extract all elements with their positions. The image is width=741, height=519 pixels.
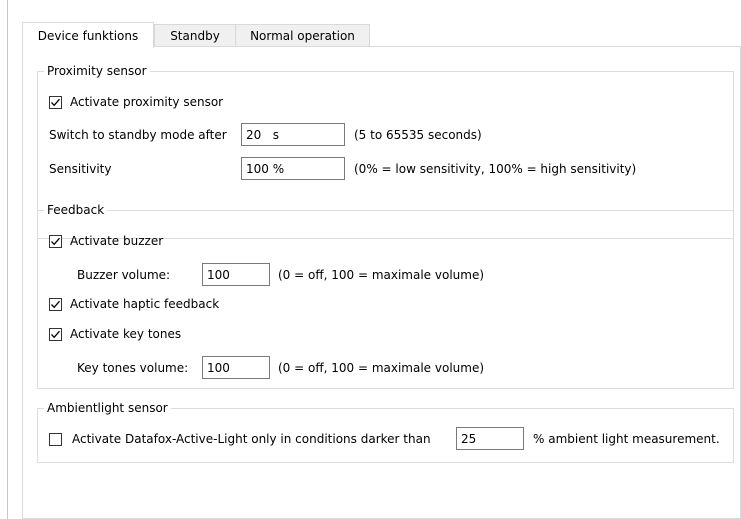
buzzer-volume-hint: (0 = off, 100 = maximale volume) — [278, 268, 485, 282]
sensitivity-input[interactable] — [241, 157, 345, 180]
ambientlight-group-title: Ambientlight sensor — [44, 401, 171, 415]
ambientlight-group: Ambientlight sensor Activate Datafox-Act… — [37, 401, 734, 463]
tab-panel-device-funktions: Proximity sensor Activate proximity sens… — [22, 46, 741, 519]
ambientlight-checkbox-label[interactable]: Activate Datafox-Active-Light only in co… — [72, 431, 431, 447]
window-left-border — [7, 0, 8, 519]
keytones-volume-input[interactable] — [202, 356, 270, 379]
window-top-strip — [8, 0, 741, 22]
checkmark-icon — [51, 98, 60, 107]
buzzer-checkbox-label[interactable]: Activate buzzer — [70, 233, 163, 249]
standby-seconds-input[interactable] — [241, 123, 345, 146]
feedback-group-title: Feedback — [44, 203, 108, 217]
checkmark-icon — [51, 300, 60, 309]
haptic-checkbox-label[interactable]: Activate haptic feedback — [70, 296, 219, 312]
keytones-volume-hint: (0 = off, 100 = maximale volume) — [278, 361, 485, 375]
keytones-checkbox[interactable] — [49, 328, 62, 341]
buzzer-checkbox[interactable] — [49, 235, 62, 248]
switch-standby-label: Switch to standby mode after — [49, 128, 227, 142]
tab-device-funktions[interactable]: Device funktions — [22, 22, 154, 48]
tab-label: Normal operation — [250, 29, 355, 43]
proximity-checkbox-label[interactable]: Activate proximity sensor — [70, 94, 223, 110]
proximity-group-title: Proximity sensor — [44, 64, 150, 78]
tab-label: Standby — [170, 29, 220, 43]
standby-seconds-hint: (5 to 65535 seconds) — [354, 128, 482, 142]
haptic-checkbox[interactable] — [49, 298, 62, 311]
checkmark-icon — [51, 237, 60, 246]
buzzer-volume-input[interactable] — [202, 263, 270, 286]
checkmark-icon — [51, 330, 60, 339]
ambientlight-threshold-input[interactable] — [456, 427, 524, 450]
ambientlight-checkbox[interactable] — [49, 433, 62, 446]
buzzer-volume-label: Buzzer volume: — [77, 268, 171, 282]
tab-normal-operation[interactable]: Normal operation — [235, 24, 370, 47]
tab-standby[interactable]: Standby — [154, 24, 236, 47]
tab-label: Device funktions — [37, 29, 139, 43]
keytones-volume-label: Key tones volume: — [77, 361, 189, 375]
proximity-checkbox[interactable] — [49, 96, 62, 109]
feedback-group: Feedback Activate buzzer Buzzer volume: … — [37, 203, 734, 389]
keytones-checkbox-label[interactable]: Activate key tones — [70, 326, 181, 342]
ambientlight-suffix: % ambient light measurement. — [533, 432, 720, 446]
sensitivity-hint: (0% = low sensitivity, 100% = high sensi… — [354, 162, 637, 176]
sensitivity-label: Sensitivity — [49, 162, 112, 176]
